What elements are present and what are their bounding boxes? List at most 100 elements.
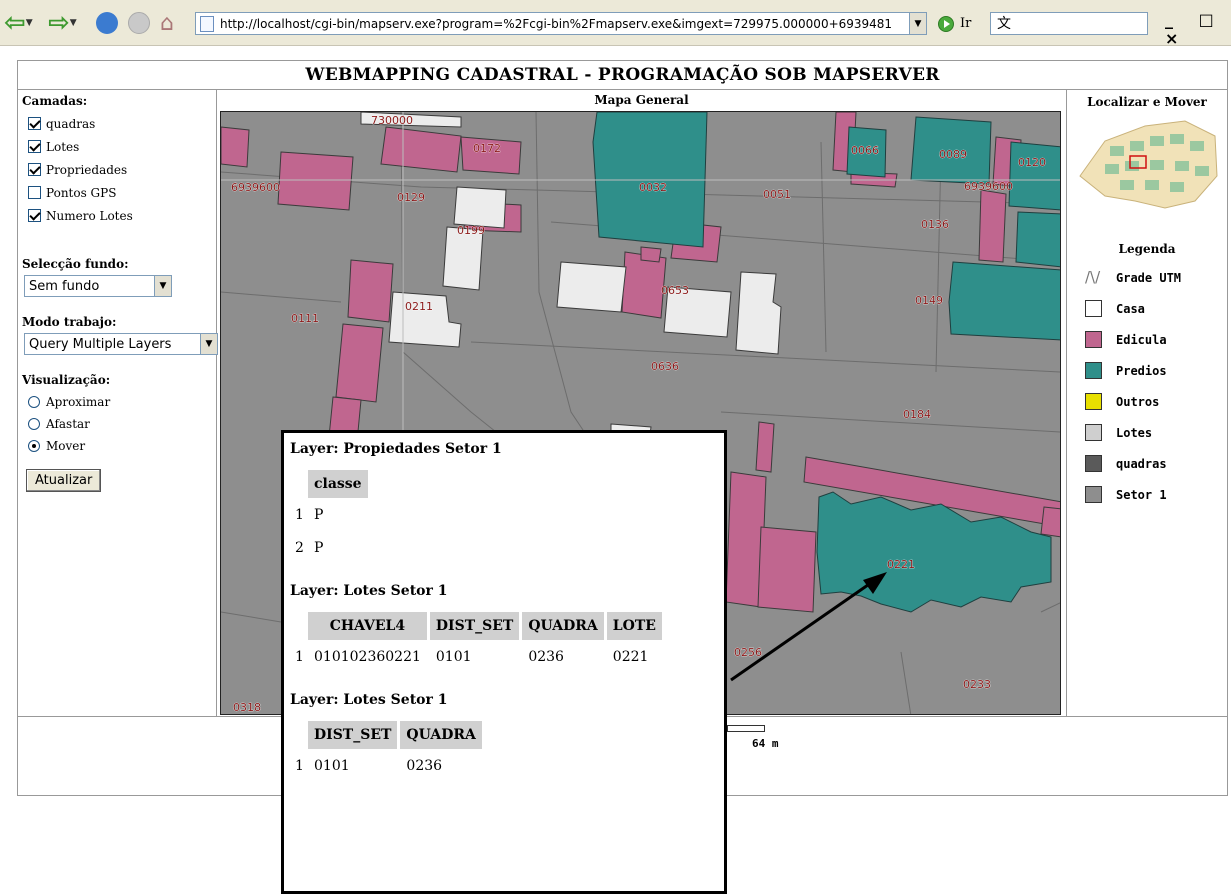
map-label: 0051 bbox=[763, 188, 791, 201]
table-cell: 0221 bbox=[612, 649, 649, 665]
background-select[interactable]: Sem fundo ▼ bbox=[24, 275, 172, 297]
checkbox[interactable] bbox=[28, 209, 41, 222]
chevron-down-icon[interactable]: ▼ bbox=[154, 276, 171, 296]
map-label: 0111 bbox=[291, 312, 319, 325]
stop-button[interactable] bbox=[128, 6, 150, 40]
background-value: Sem fundo bbox=[29, 278, 100, 294]
map-label: 0120 bbox=[1018, 156, 1046, 169]
table-cell-index: 1 bbox=[295, 649, 304, 665]
map-label: 0256 bbox=[734, 646, 762, 659]
legend-item-lotes: Lotes bbox=[1067, 417, 1227, 448]
radio-button[interactable] bbox=[28, 418, 40, 430]
go-button[interactable]: Ir bbox=[938, 12, 971, 35]
map-label: 0653 bbox=[661, 284, 689, 297]
update-button[interactable]: Atualizar bbox=[26, 469, 102, 492]
legend-swatch bbox=[1085, 362, 1102, 379]
legend-label: Grade UTM bbox=[1116, 270, 1182, 285]
table-header-index bbox=[293, 612, 305, 640]
forward-button[interactable]: ⇨ ▼ bbox=[48, 6, 77, 40]
back-arrow-icon: ⇦ bbox=[4, 8, 26, 38]
table-header-index bbox=[293, 721, 305, 749]
layer-checkbox-lotes[interactable]: Lotes bbox=[22, 135, 212, 158]
legend-label: Edicula bbox=[1116, 332, 1167, 347]
legend-swatch bbox=[1085, 455, 1102, 472]
table-cell: 010102360221 bbox=[314, 649, 421, 665]
map-label: 0149 bbox=[915, 294, 943, 307]
legend-item-casa: Casa bbox=[1067, 293, 1227, 324]
table-cell-index: 2 bbox=[295, 540, 304, 556]
checkbox[interactable] bbox=[28, 163, 41, 176]
map-title: Mapa General bbox=[594, 93, 689, 107]
radio-label: Mover bbox=[46, 439, 86, 453]
table-header: DIST_SET bbox=[429, 612, 520, 640]
address-bar[interactable]: http://localhost/cgi-bin/mapserv.exe?pro… bbox=[195, 12, 927, 35]
legend-label: Lotes bbox=[1116, 425, 1153, 440]
address-dropdown[interactable]: ▼ bbox=[909, 13, 926, 34]
table-header-row: classe bbox=[293, 470, 368, 498]
mode-select[interactable]: Query Multiple Layers ▼ bbox=[24, 333, 218, 355]
table-row: 1 010102360221 0101 0236 0221 bbox=[293, 643, 662, 673]
address-text[interactable]: http://localhost/cgi-bin/mapserv.exe?pro… bbox=[220, 17, 909, 31]
map-label: 0211 bbox=[405, 300, 433, 313]
table-cell: P bbox=[314, 507, 324, 523]
layer-checkbox-propriedades[interactable]: Propriedades bbox=[22, 158, 212, 181]
lotes-table-2: DIST_SET QUADRA 1 0101 0236 bbox=[290, 718, 485, 785]
map-label: 6939600 bbox=[964, 180, 1013, 193]
layer-title: Layer: Lotes Setor 1 bbox=[290, 583, 448, 599]
locate-title: Localizar e Mover bbox=[1087, 95, 1207, 109]
radio-aproximar[interactable]: Aproximar bbox=[22, 391, 212, 413]
checkbox[interactable] bbox=[28, 186, 41, 199]
legend-label: Setor 1 bbox=[1116, 487, 1167, 502]
chevron-down-icon: ▼ bbox=[69, 18, 77, 28]
layer-checkbox-numero-lotes[interactable]: Numero Lotes bbox=[22, 204, 212, 227]
radio-mover[interactable]: Mover bbox=[22, 435, 212, 457]
browser-toolbar: ⇦ ▼ ⇨ ▼ ⌂ http://localhost/cgi-bin/mapserv… bbox=[0, 0, 1231, 48]
layers-title: Camadas: bbox=[22, 94, 88, 108]
stop-icon bbox=[128, 12, 150, 34]
table-cell: 0236 bbox=[528, 649, 564, 665]
refresh-button[interactable] bbox=[96, 6, 118, 40]
radio-afastar[interactable]: Afastar bbox=[22, 413, 212, 435]
legend-item-edicula: Edicula bbox=[1067, 324, 1227, 355]
scale-text: 64 m bbox=[752, 737, 779, 750]
table-cell: 0101 bbox=[435, 649, 472, 665]
legend-swatch bbox=[1085, 393, 1102, 410]
control-panel: Camadas: quadras Lotes Propriedades Pont… bbox=[17, 90, 218, 717]
checkbox[interactable] bbox=[28, 117, 41, 130]
table-header-row: CHAVEL4 DIST_SET QUADRA LOTE bbox=[293, 612, 662, 640]
layer-checkbox-quadras[interactable]: quadras bbox=[22, 112, 212, 135]
map-label: 6939600 bbox=[231, 181, 280, 194]
table-cell-index: 1 bbox=[295, 758, 304, 774]
radio-button[interactable] bbox=[28, 440, 40, 452]
mode-title: Modo trabajo: bbox=[22, 315, 117, 329]
map-label: 0089 bbox=[939, 148, 967, 161]
home-button[interactable]: ⌂ bbox=[160, 6, 174, 40]
table-cell-index: 1 bbox=[295, 507, 304, 523]
chevron-down-icon[interactable]: ▼ bbox=[200, 334, 217, 354]
checkbox[interactable] bbox=[28, 140, 41, 153]
layer-label: quadras bbox=[46, 116, 96, 131]
table-header: QUADRA bbox=[522, 612, 604, 640]
back-button[interactable]: ⇦ ▼ bbox=[4, 6, 33, 40]
legend-label: Casa bbox=[1116, 301, 1145, 316]
map-label: 0184 bbox=[903, 408, 931, 421]
toolbar-search-box[interactable]: 文 bbox=[990, 12, 1148, 35]
legend-title: Legenda bbox=[1118, 242, 1176, 256]
radio-button[interactable] bbox=[28, 396, 40, 408]
window-controls[interactable]: _ □ × bbox=[1165, 10, 1231, 48]
reference-map[interactable] bbox=[1075, 116, 1220, 211]
chevron-down-icon: ▼ bbox=[25, 18, 33, 28]
query-result-popup: Layer: Propiedades Setor 1 classe 1 P 2 … bbox=[281, 430, 727, 894]
legend-item-predios: Predios bbox=[1067, 355, 1227, 386]
layer-label: Propriedades bbox=[46, 162, 128, 177]
table-header-index bbox=[293, 470, 305, 498]
layer-title: Layer: Propiedades Setor 1 bbox=[290, 441, 502, 457]
layer-checkbox-pontos-gps[interactable]: Pontos GPS bbox=[22, 181, 212, 204]
map-label: 0032 bbox=[639, 181, 667, 194]
reference-map-drawing bbox=[1079, 120, 1218, 209]
table-header-row: DIST_SET QUADRA bbox=[293, 721, 482, 749]
legend-label: Outros bbox=[1116, 394, 1160, 409]
table-row: 2 P bbox=[293, 534, 368, 564]
legend-label: quadras bbox=[1116, 456, 1167, 471]
table-cell: 0236 bbox=[406, 758, 443, 774]
